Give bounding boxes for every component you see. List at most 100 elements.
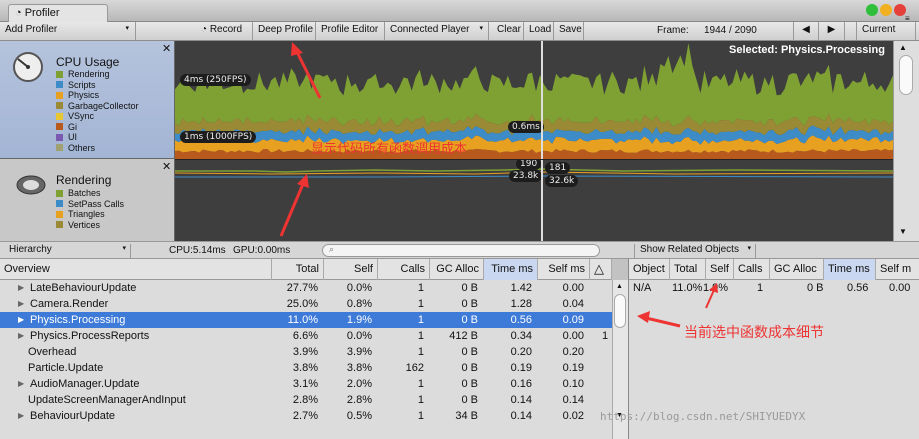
column-total[interactable]: Total xyxy=(670,259,706,280)
expand-arrow-icon[interactable]: ▶ xyxy=(18,328,24,344)
scroll-thumb[interactable] xyxy=(614,294,626,328)
chevron-down-icon: ▾ xyxy=(479,25,483,32)
charts-scrollbar[interactable]: ▲ ▼ xyxy=(893,41,919,241)
expand-arrow-icon[interactable]: ▶ xyxy=(18,376,24,392)
cell-selfms: 0.20 xyxy=(562,346,584,358)
chevron-down-icon: ▾ xyxy=(122,245,126,252)
cpu_pane-legend-item[interactable]: UI xyxy=(0,132,175,143)
scroll-up-icon[interactable]: ▲ xyxy=(616,283,623,290)
profile-editor-button[interactable]: Profile Editor xyxy=(316,22,385,40)
cell-gc: 0 B xyxy=(461,346,478,358)
cpu_pane-legend-item[interactable]: Others xyxy=(0,143,175,154)
cpu_pane-legend-item[interactable]: Rendering xyxy=(0,69,175,80)
table-row[interactable]: ▶ Camera.Render 25.0% 0.8% 1 0 B 1.28 0.04 xyxy=(0,296,612,312)
clear-button[interactable]: Clear xyxy=(492,22,524,40)
cell-total: 11.0% xyxy=(672,282,703,294)
render_pane-legend-item[interactable]: Batches xyxy=(0,188,175,199)
connected-player-dropdown[interactable]: Connected Player ▾ xyxy=(385,22,489,40)
column-total[interactable]: Total xyxy=(272,259,324,280)
cell-gc: 0 B xyxy=(461,314,478,326)
table-row[interactable]: ▶ BehaviourUpdate 2.7% 0.5% 1 34 B 0.14 0.02 xyxy=(0,408,612,424)
column-gc-alloc[interactable]: GC Alloc xyxy=(430,259,484,280)
column-overview[interactable]: Overview xyxy=(0,259,272,280)
frame-counter: 1944 / 2090 xyxy=(704,25,757,36)
table-row[interactable]: ▶ LateBehaviourUpdate 27.7% 0.0% 1 0 B 1.42 0.0… xyxy=(0,280,612,296)
column-calls[interactable]: Calls xyxy=(378,259,430,280)
cell-time: 0.34 xyxy=(510,330,532,342)
column-time-ms[interactable]: Time ms xyxy=(824,259,876,280)
load-button[interactable]: Load xyxy=(524,22,554,40)
chevron-right-icon: ▶ xyxy=(827,24,836,35)
cell-name: BehaviourUpdate xyxy=(30,410,116,422)
cpu_pane-legend-item[interactable]: Gi xyxy=(0,122,175,133)
render_pane-legend-item[interactable]: SetPass Calls xyxy=(0,199,175,210)
maximize-button[interactable] xyxy=(866,4,878,16)
related-objects-label: Show Related Objects xyxy=(640,244,739,255)
expand-arrow-icon[interactable]: ▶ xyxy=(18,296,24,312)
marker-4ms: 4ms (250FPS) xyxy=(180,74,251,86)
cpu-time: CPU:5.14ms xyxy=(169,245,226,256)
chevron-down-icon: ▾ xyxy=(747,245,751,252)
prev-frame-button[interactable]: ◀ xyxy=(793,22,819,40)
column-time-ms[interactable]: Time ms xyxy=(484,259,538,280)
view-mode-dropdown[interactable]: Hierarchy ▾ xyxy=(9,244,131,258)
table-row[interactable]: ▶ Physics.ProcessReports 6.6% 0.0% 1 412 B 0.3… xyxy=(0,328,612,344)
cpu_pane-legend-item[interactable]: VSync xyxy=(0,111,175,122)
pill-triangles-current: 32.6k xyxy=(545,175,579,187)
cell-gc: 0 B xyxy=(461,378,478,390)
expand-arrow-icon[interactable]: ▶ xyxy=(18,312,24,328)
minimize-button[interactable] xyxy=(880,4,892,16)
expand-arrow-icon[interactable]: ▶ xyxy=(18,280,24,296)
cpu-usage-pane[interactable]: CPU Usage ✕ Rendering Scripts Physics Garba… xyxy=(0,41,175,159)
rendering-pane[interactable]: Rendering ✕ Batches SetPass Calls Triangle… xyxy=(0,159,175,241)
related-objects-dropdown[interactable]: Show Related Objects ▾ xyxy=(634,244,756,258)
cpu_pane-legend-item[interactable]: Physics xyxy=(0,90,175,101)
value-pill: 0.6ms xyxy=(508,121,544,133)
table-row[interactable]: ▶ AudioManager.Update 3.1% 2.0% 1 0 B 0.16 0.10 xyxy=(0,376,612,392)
column-self-ms[interactable]: Self ms xyxy=(538,259,590,280)
scroll-up-icon[interactable]: ▲ xyxy=(899,43,913,55)
cpu_pane-legend-item[interactable]: GarbageCollector xyxy=(0,101,175,112)
cell-selfms: 0.10 xyxy=(562,378,584,390)
cell-time: 0.14 xyxy=(510,394,532,406)
rendering-chart[interactable]: 190 181 23.8k 32.6k xyxy=(175,159,893,241)
cell-name: Camera.Render xyxy=(30,298,109,310)
record-button[interactable]: ◔ Record xyxy=(196,22,253,40)
details-row[interactable]: N/A 11.0% 1.9% 1 0 B 0.56 0.00 xyxy=(629,280,919,296)
add-profiler-dropdown[interactable]: Add Profiler ▾ xyxy=(0,22,136,40)
frame-cursor[interactable] xyxy=(541,41,543,159)
current-frame-button[interactable]: Current xyxy=(856,22,916,40)
table-row[interactable]: Overhead 3.9% 3.9% 1 0 B 0.20 0.20 xyxy=(0,344,612,360)
profiler-tab[interactable]: ◔ Profiler xyxy=(8,4,108,22)
column-self[interactable]: Self xyxy=(706,259,734,280)
close-icon[interactable]: ✕ xyxy=(162,160,171,173)
deep-profile-button[interactable]: Deep Profile xyxy=(253,22,316,40)
column-calls[interactable]: Calls xyxy=(734,259,770,280)
chevron-down-icon: ▾ xyxy=(125,25,129,32)
scroll-down-icon[interactable]: ▼ xyxy=(899,227,913,239)
cpu_pane-legend-item[interactable]: Scripts xyxy=(0,80,175,91)
frame-cursor[interactable] xyxy=(541,160,543,241)
cell-total: 11.0% xyxy=(287,314,318,326)
next-frame-button[interactable]: ▶ xyxy=(819,22,845,40)
cell-extra: 1 xyxy=(602,330,609,342)
table-row[interactable]: ▶ Physics.Processing 11.0% 1.9% 1 0 B 0.56 0.09 xyxy=(0,312,612,328)
column-self-ms[interactable]: Self m xyxy=(876,259,919,280)
cell-time-ms: 0.56 xyxy=(847,282,869,294)
close-icon[interactable]: ✕ xyxy=(162,42,171,55)
save-button[interactable]: Save xyxy=(554,22,584,40)
expand-arrow-icon[interactable]: ▶ xyxy=(18,408,24,424)
cpu-chart[interactable]: Selected: Physics.Processing 4ms (250FPS… xyxy=(175,41,893,159)
column-gc-alloc[interactable]: GC Alloc xyxy=(770,259,824,280)
render_pane-legend-item[interactable]: Vertices xyxy=(0,220,175,231)
table-row[interactable]: Particle.Update 3.8% 3.8% 162 0 B 0.19 0.19 xyxy=(0,360,612,376)
scroll-thumb[interactable] xyxy=(899,55,913,95)
cell-self: 3.8% xyxy=(346,362,372,374)
cell-name: LateBehaviourUpdate xyxy=(30,282,137,294)
search-input[interactable]: ⌕ xyxy=(322,244,600,257)
table-row[interactable]: UpdateScreenManagerAndInput 2.8% 2.8% 1 0 B 0… xyxy=(0,392,612,408)
column-self[interactable]: Self xyxy=(324,259,378,280)
render_pane-legend-item[interactable]: Triangles xyxy=(0,209,175,220)
warning-icon[interactable]: △ xyxy=(590,259,612,280)
column-object[interactable]: Object xyxy=(629,259,670,280)
